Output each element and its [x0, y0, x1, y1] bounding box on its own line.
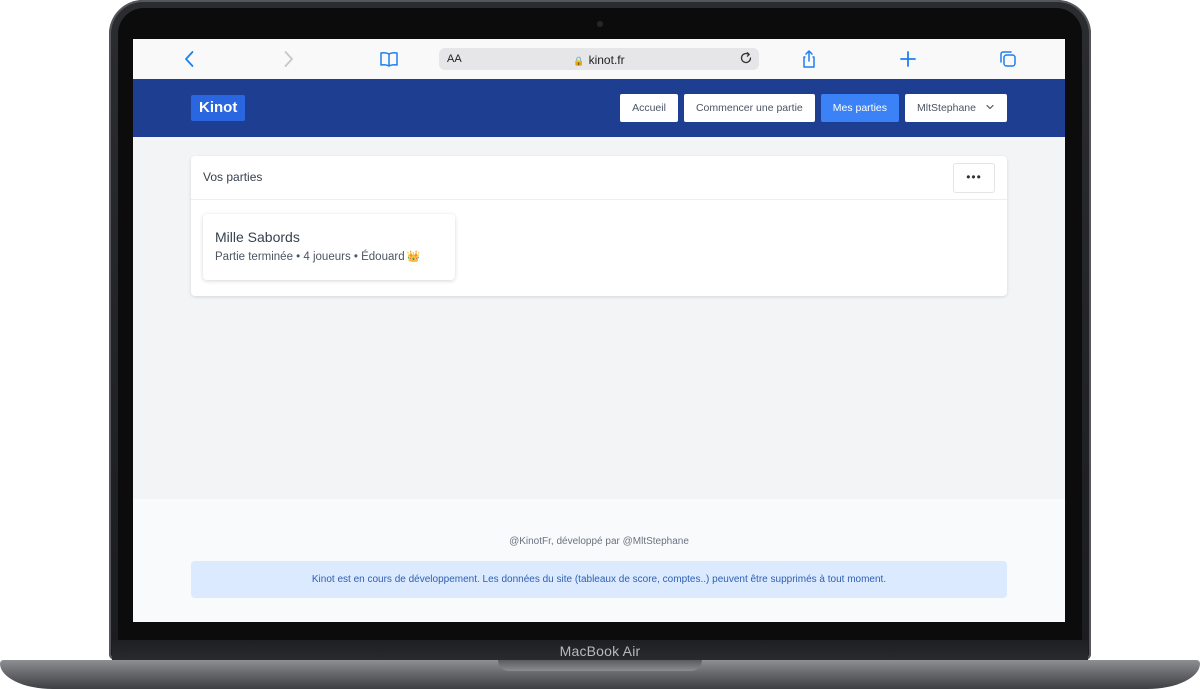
back-icon[interactable]: [180, 49, 200, 69]
game-name: Mille Sabords: [215, 229, 300, 245]
nav-my-games-button[interactable]: Mes parties: [820, 94, 900, 122]
nav-home-button[interactable]: Accueil: [620, 94, 678, 122]
chevron-down-icon: [985, 95, 995, 110]
laptop-hinge: MacBook Air: [112, 640, 1088, 662]
address-bar[interactable]: AA 🔒 kinot.fr: [439, 48, 759, 70]
crown-icon: 👑: [406, 251, 421, 263]
camera: [597, 21, 603, 27]
url-display[interactable]: 🔒 kinot.fr: [439, 53, 759, 67]
footer-credit: @KinotFr, développé par @MltStephane: [509, 536, 689, 547]
user-name: MltStephane: [917, 102, 976, 114]
card-header: Vos parties •••: [191, 156, 1007, 200]
main-nav: Accueil Commencer une partie Mes parties…: [620, 94, 1007, 122]
more-options-button[interactable]: •••: [953, 163, 995, 193]
game-meta-text: Partie terminée • 4 joueurs • Édouard: [215, 251, 405, 263]
screen: AA 🔒 kinot.fr Kinot Accueil Commencer une…: [133, 39, 1065, 622]
brand-logo[interactable]: Kinot: [191, 95, 246, 121]
new-tab-icon[interactable]: [898, 49, 918, 69]
reload-icon[interactable]: [739, 51, 753, 65]
share-icon[interactable]: [799, 49, 819, 69]
laptop-notch: [498, 660, 702, 671]
user-menu-button[interactable]: MltStephane: [905, 94, 1007, 122]
nav-start-game-button[interactable]: Commencer une partie: [683, 94, 815, 122]
card-title: Vos parties: [203, 170, 263, 184]
browser-toolbar: AA 🔒 kinot.fr: [133, 39, 1065, 80]
game-item[interactable]: Mille Sabords Partie terminée • 4 joueur…: [203, 214, 455, 280]
device-label: MacBook Air: [559, 643, 641, 659]
site-header: Kinot Accueil Commencer une partie Mes p…: [133, 79, 1065, 137]
tabs-icon[interactable]: [998, 49, 1018, 69]
games-card: Vos parties ••• Mille Sabords Partie ter…: [191, 156, 1007, 296]
game-meta: Partie terminée • 4 joueurs • Édouard 👑: [215, 250, 420, 263]
forward-icon[interactable]: [278, 49, 298, 69]
url-text: kinot.fr: [588, 53, 625, 67]
site-footer: @KinotFr, développé par @MltStephane Kin…: [133, 499, 1065, 622]
dev-notice-banner: Kinot est en cours de développement. Les…: [191, 561, 1007, 598]
bookmarks-icon[interactable]: [379, 49, 399, 69]
lock-icon: 🔒: [573, 56, 585, 66]
